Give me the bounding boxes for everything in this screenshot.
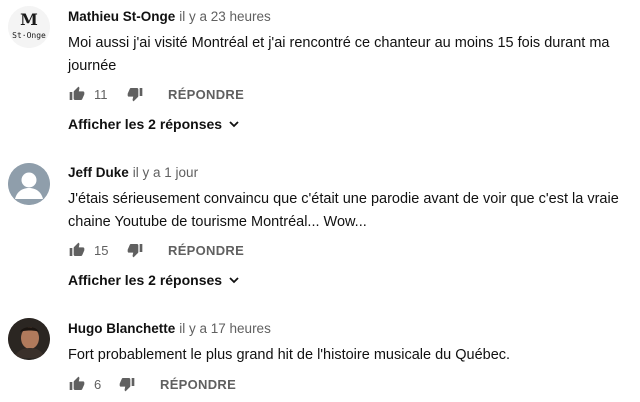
avatar[interactable]: M St·Onge	[8, 6, 50, 48]
comment-meta: Hugo Blanchette il y a 17 heures	[68, 320, 632, 338]
logo-avatar-icon: M St·Onge	[8, 6, 50, 48]
thumbs-up-icon	[69, 86, 85, 100]
like-count: 6	[94, 376, 102, 392]
avatar[interactable]	[8, 318, 50, 360]
author-name[interactable]: Mathieu St-Onge	[68, 9, 175, 24]
dislike-button[interactable]	[126, 85, 144, 103]
svg-text:St·Onge: St·Onge	[12, 31, 46, 40]
like-button[interactable]	[68, 375, 86, 393]
thumbs-down-icon	[119, 378, 135, 392]
comment-time[interactable]: il y a 1 jour	[133, 165, 198, 180]
comment-meta: Mathieu St-Onge il y a 23 heures	[68, 8, 632, 26]
author-name[interactable]: Jeff Duke	[68, 165, 129, 180]
svg-text:M: M	[20, 10, 38, 29]
comment-actions: 15 RÉPONDRE	[68, 240, 244, 260]
comment-actions: 11 RÉPONDRE	[68, 84, 244, 104]
photo-avatar-icon	[8, 318, 50, 360]
like-count: 11	[94, 86, 108, 102]
comment-text: Fort probablement le plus grand hit de l…	[68, 347, 511, 363]
comment-text: J'étais sérieusement convaincu que c'éta…	[68, 191, 619, 230]
default-user-icon	[8, 163, 50, 205]
avatar[interactable]	[8, 163, 50, 205]
reply-button[interactable]: RÉPONDRE	[168, 243, 244, 258]
like-button[interactable]	[68, 85, 86, 103]
chevron-down-icon	[228, 274, 240, 286]
show-replies-button[interactable]: Afficher les 2 réponses	[68, 272, 240, 288]
author-name[interactable]: Hugo Blanchette	[68, 321, 175, 336]
reply-button[interactable]: RÉPONDRE	[168, 87, 244, 102]
show-replies-button[interactable]: Afficher les 2 réponses	[68, 116, 240, 132]
like-count: 15	[94, 242, 109, 258]
thumbs-down-icon	[127, 244, 143, 258]
chevron-down-icon	[228, 118, 240, 130]
dislike-button[interactable]	[126, 241, 144, 259]
thumbs-up-icon	[69, 242, 85, 256]
comment-time[interactable]: il y a 23 heures	[179, 9, 271, 24]
comment-text: Moi aussi j'ai visité Montréal et j'ai r…	[68, 35, 610, 74]
comment-actions: 6 RÉPONDRE	[68, 374, 236, 394]
dislike-button[interactable]	[118, 375, 136, 393]
reply-button[interactable]: RÉPONDRE	[160, 377, 236, 392]
comment-time[interactable]: il y a 17 heures	[179, 321, 271, 336]
thumbs-up-icon	[69, 376, 85, 390]
thumbs-down-icon	[127, 88, 143, 102]
show-replies-label: Afficher les 2 réponses	[68, 116, 223, 132]
comment-meta: Jeff Duke il y a 1 jour	[68, 164, 632, 182]
like-button[interactable]	[68, 241, 86, 259]
show-replies-label: Afficher les 2 réponses	[68, 272, 223, 288]
